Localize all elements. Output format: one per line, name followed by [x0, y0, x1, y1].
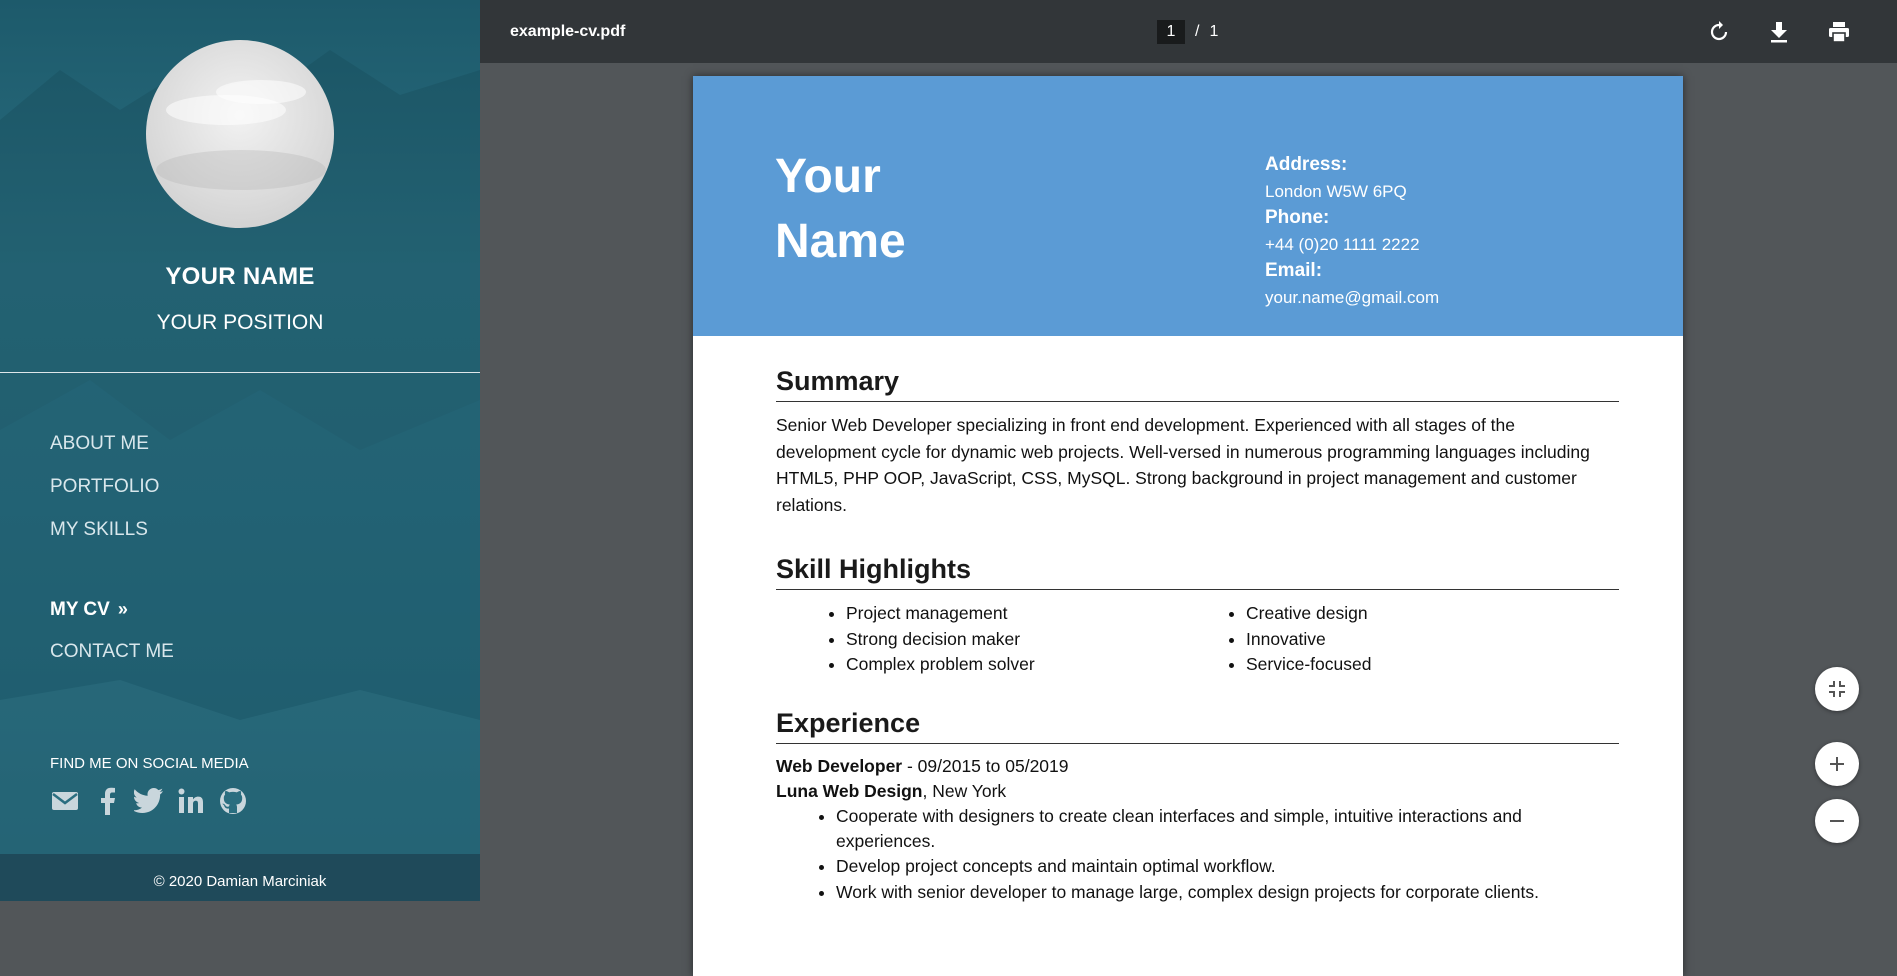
cv-name: Your Name	[775, 144, 1075, 274]
job-dates: - 09/2015 to 05/2019	[902, 756, 1069, 776]
pdf-toolbar: example-cv.pdf 1 / 1	[480, 0, 1897, 63]
list-item: Complex problem solver	[846, 652, 1176, 678]
linkedin-icon[interactable]	[176, 786, 206, 816]
company-location: , New York	[922, 781, 1007, 801]
download-icon[interactable]	[1765, 18, 1793, 46]
skills-section: Skill Highlights Project management Stro…	[776, 554, 1619, 678]
address-label: Address:	[1265, 154, 1348, 175]
list-item: Develop project concepts and maintain op…	[836, 854, 1619, 879]
experience-title: Experience	[776, 708, 1619, 744]
sidebar: YOUR NAME YOUR POSITION ABOUT ME PORTFOL…	[0, 0, 480, 901]
summary-title: Summary	[776, 366, 1619, 402]
double-chevron-right-icon: »	[117, 599, 128, 619]
nav-item-my-cv[interactable]: MY CV »	[50, 599, 128, 621]
social-media-label: FIND ME ON SOCIAL MEDIA	[50, 755, 249, 772]
nav-item-label: CONTACT ME	[50, 641, 174, 662]
address-value: London W5W 6PQ	[1265, 181, 1407, 201]
sidebar-divider	[0, 372, 480, 373]
page-separator: /	[1195, 23, 1200, 40]
pdf-viewer: example-cv.pdf 1 / 1 Your Name Address: …	[480, 0, 1897, 976]
rotate-icon[interactable]	[1705, 18, 1733, 46]
github-icon[interactable]	[218, 786, 248, 816]
skills-lists: Project management Strong decision maker…	[776, 601, 1619, 678]
facebook-icon[interactable]	[92, 786, 122, 816]
profile-name: YOUR NAME	[165, 263, 315, 290]
phone-value: +44 (0)20 1111 2222	[1265, 234, 1420, 254]
nav-item-my-skills[interactable]: MY SKILLS	[50, 519, 148, 541]
cv-contact: Address: London W5W 6PQ Phone: +44 (0)20…	[1265, 152, 1439, 311]
nav-item-contact-me[interactable]: CONTACT ME	[50, 641, 174, 663]
job-title: Web Developer	[776, 756, 903, 776]
zoom-out-icon[interactable]	[1815, 799, 1859, 843]
nav-item-about-me[interactable]: ABOUT ME	[50, 433, 149, 455]
nav-item-label: ABOUT ME	[50, 433, 149, 454]
sidebar-footer: © 2020 Damian Marciniak	[0, 854, 480, 901]
social-icons	[50, 786, 248, 816]
list-item: Cooperate with designers to create clean…	[836, 804, 1619, 853]
nav-item-label: MY CV	[50, 599, 110, 620]
skills-list-left: Project management Strong decision maker…	[776, 601, 1176, 678]
twitter-icon[interactable]	[134, 786, 164, 816]
experience-section: Experience Web Developer - 09/2015 to 05…	[776, 708, 1619, 905]
summary-text: Senior Web Developer specializing in fro…	[776, 415, 1590, 515]
nav-item-label: PORTFOLIO	[50, 476, 160, 497]
duties-list: Cooperate with designers to create clean…	[776, 804, 1619, 904]
fit-page-icon[interactable]	[1815, 667, 1859, 711]
cv-name-first: Your	[775, 150, 881, 203]
email-label: Email:	[1265, 260, 1323, 281]
page-indicator: 1 / 1	[1157, 20, 1218, 44]
cv-name-last: Name	[775, 215, 906, 268]
list-item: Work with senior developer to manage lar…	[836, 880, 1619, 905]
pdf-page: Your Name Address: London W5W 6PQ Phone:…	[693, 76, 1683, 976]
skills-title: Skill Highlights	[776, 554, 1619, 590]
job-line: Web Developer - 09/2015 to 05/2019	[776, 754, 1619, 779]
summary-section: Summary Senior Web Developer specializin…	[776, 366, 1619, 518]
company-line: Luna Web Design, New York	[776, 779, 1619, 804]
cv-header: Your Name Address: London W5W 6PQ Phone:…	[693, 76, 1683, 336]
list-item: Creative design	[1246, 601, 1576, 627]
zoom-in-icon[interactable]	[1815, 742, 1859, 786]
company-name: Luna Web Design	[776, 781, 923, 801]
list-item: Innovative	[1246, 627, 1576, 653]
current-page-input[interactable]: 1	[1157, 20, 1185, 44]
profile-position: YOUR POSITION	[156, 311, 324, 334]
email-value: your.name@gmail.com	[1265, 287, 1440, 307]
file-name: example-cv.pdf	[510, 23, 626, 40]
list-item: Project management	[846, 601, 1176, 627]
print-icon[interactable]	[1825, 18, 1853, 46]
nav-item-portfolio[interactable]: PORTFOLIO	[50, 476, 159, 498]
list-item: Strong decision maker	[846, 627, 1176, 653]
list-item: Service-focused	[1246, 652, 1576, 678]
avatar	[146, 40, 334, 228]
skills-list-right: Creative design Innovative Service-focus…	[1176, 601, 1576, 678]
nav-item-label: MY SKILLS	[50, 519, 148, 540]
total-pages: 1	[1209, 23, 1219, 40]
mail-icon[interactable]	[50, 786, 80, 816]
phone-label: Phone:	[1265, 207, 1330, 228]
